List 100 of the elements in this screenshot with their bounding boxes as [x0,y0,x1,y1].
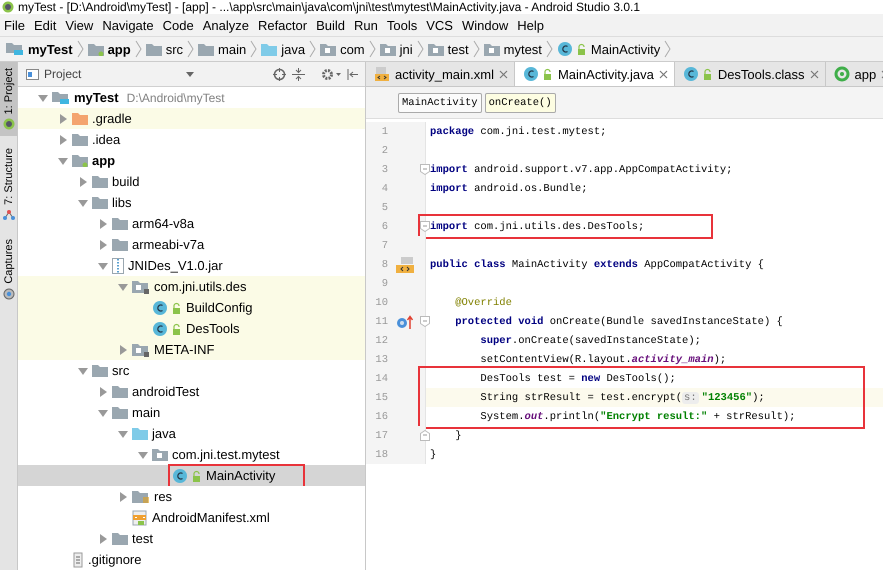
class-icon [152,300,182,316]
package-icon [132,280,150,294]
tree-item-label: armeabi-v7a [132,237,204,252]
tree-item-label: AndroidManifest.xml [152,510,270,525]
breadcrumb-item[interactable]: jni [378,42,415,56]
collapsed-arrow-icon[interactable] [98,534,108,544]
menu-item[interactable]: File [0,18,30,32]
collapsed-arrow-icon[interactable] [98,218,108,228]
menu-item[interactable]: Help [513,18,549,32]
code-line: import android.support.v7.app.AppCompatActivity; [429,164,732,176]
expanded-arrow-icon[interactable] [98,408,108,418]
folder-icon [72,133,88,146]
tree-item-label: .gradle [92,111,132,126]
close-icon[interactable] [498,70,508,78]
collapsed-arrow-icon[interactable] [58,114,68,124]
tree-item-label: libs [112,195,132,210]
fold-marker-icon[interactable] [420,221,430,232]
chevron-icon [187,40,194,58]
panel-title[interactable]: Project [44,67,82,81]
editor-tab[interactable]: app [826,62,883,86]
breadcrumb-item[interactable]: src [144,42,186,56]
menu-item[interactable]: Edit [30,18,62,32]
collapse-icon[interactable] [292,68,305,80]
dropdown-caret-icon[interactable] [186,72,194,76]
line-number: 11 [374,316,388,328]
menu-item[interactable]: Navigate [98,18,159,32]
breadcrumb-item[interactable]: app [86,42,133,56]
tree-row[interactable]: BuildConfig [18,297,365,318]
menu-item[interactable]: Build [312,18,350,32]
expanded-arrow-icon[interactable] [78,198,88,208]
code-line: super.onCreate(savedInstanceState); [479,334,701,346]
tree-row[interactable]: META-INF [18,339,365,360]
settings-icon[interactable] [321,68,341,80]
breadcrumb-item[interactable]: test [426,42,471,56]
locate-icon[interactable] [273,68,286,80]
folder-icon [112,238,128,251]
tool-window-tab[interactable]: 1: Project [0,62,17,136]
window-title: myTest - [D:\Android\myTest] - [app] - ...\app\src\main\java\com\jni\test\mytest\MainActivity.java - Android Studio 3.0.1 [18,0,640,14]
code-line: import com.jni.utils.des.DesTools; [429,220,644,232]
module-folder-icon [88,42,104,56]
folder-icon [92,364,108,377]
expanded-arrow-icon[interactable] [118,282,128,292]
layout-file-icon[interactable] [396,256,414,272]
menu-item[interactable]: View [61,18,98,32]
code-line: String strResult = test.encrypt( s: "123456"); [479,392,765,404]
breadcrumb-item[interactable]: mytest [482,42,544,56]
fold-marker-icon[interactable] [420,316,430,327]
expanded-arrow-icon[interactable] [58,156,68,166]
chevron-icon [368,40,376,58]
menu-item[interactable]: Tools [382,18,422,32]
tree-item-label: app [92,153,116,168]
editor-tab[interactable]: MainActivity.java [514,62,675,86]
menu-item[interactable]: VCS [422,18,458,32]
editor-tab[interactable]: activity_main.xml [366,62,515,86]
close-icon[interactable] [810,70,819,78]
tool-window-tab[interactable]: 7: Structure [0,142,17,228]
collapsed-arrow-icon[interactable] [78,176,88,186]
collapsed-arrow-icon[interactable] [98,386,108,396]
expanded-arrow-icon[interactable] [118,428,128,438]
expanded-arrow-icon[interactable] [138,450,148,460]
module-icon [834,66,850,82]
expanded-arrow-icon[interactable] [78,366,88,376]
tree-row[interactable]: DesTools [18,318,365,339]
collapsed-arrow-icon[interactable] [118,344,128,354]
folder-icon [146,42,162,56]
tree-row[interactable]: com.jni.utils.des [18,276,365,297]
hide-panel-icon[interactable] [347,68,359,80]
breadcrumb-item[interactable]: MainActivity [554,41,662,57]
menu-item[interactable]: Window [458,18,514,32]
code-breadcrumb[interactable]: onCreate() [484,92,556,112]
fold-marker-icon[interactable] [420,164,430,175]
expanded-arrow-icon[interactable] [38,92,48,102]
override-method-icon[interactable] [397,314,413,328]
class-icon [556,41,587,57]
tree-row[interactable]: .gradle [18,108,365,129]
code-line: package com.jni.test.mytest; [429,126,606,138]
editor-tab[interactable]: DesTools.class [674,62,826,86]
close-icon[interactable] [658,70,668,78]
breadcrumb-item[interactable]: main [196,42,248,56]
breadcrumb-item[interactable]: java [259,42,308,56]
breadcrumb-item[interactable]: com [318,42,367,56]
chevron-icon [546,40,553,58]
code-line: DesTools test = new DesTools(); [479,372,676,384]
menu-item[interactable]: Refactor [254,18,312,32]
menu-item[interactable]: Run [350,18,383,32]
line-number: 3 [380,164,388,176]
xml-file-icon [374,66,390,82]
collapsed-arrow-icon[interactable] [98,240,108,250]
menu-item[interactable]: Code [158,18,199,32]
line-number: 9 [380,278,388,290]
selected-tree-row[interactable]: MainActivity [18,465,365,486]
collapsed-arrow-icon[interactable] [58,134,68,144]
expanded-arrow-icon[interactable] [98,260,108,270]
menu-item[interactable]: Analyze [198,18,254,32]
tool-window-tab[interactable]: Captures [0,233,17,306]
code-breadcrumb[interactable]: MainActivity [398,92,482,112]
fold-marker-icon[interactable] [420,430,430,441]
breadcrumb-item[interactable]: myTest [4,42,75,56]
collapsed-arrow-icon[interactable] [118,492,128,502]
android-icon [2,1,14,13]
